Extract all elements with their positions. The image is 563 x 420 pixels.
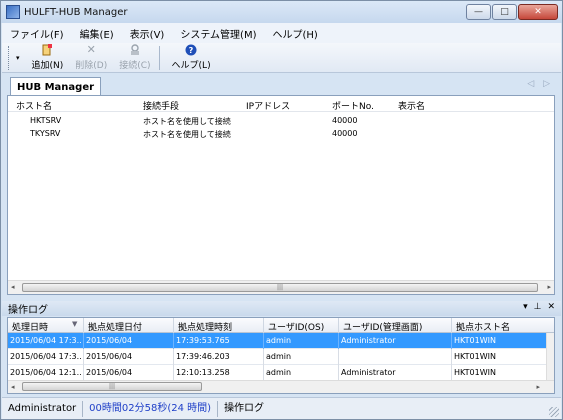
svg-text:?: ? xyxy=(189,46,194,55)
menu-bar: ファイル(F) 編集(E) 表示(V) システム管理(M) ヘルプ(H) xyxy=(2,23,561,43)
host-port: 40000 xyxy=(332,129,358,138)
tab-strip: HUB Manager ◁ ▷ xyxy=(2,73,561,96)
oplog-controls: ▾ ⊥ ✕ xyxy=(517,302,555,312)
help-button[interactable]: ? ヘルプ(L) xyxy=(172,44,211,71)
close-pane-icon[interactable]: ✕ xyxy=(547,302,555,312)
status-user: Administrator xyxy=(2,400,84,417)
menu-system-admin[interactable]: システム管理(M) xyxy=(172,26,264,41)
window-controls: — □ ✕ xyxy=(465,4,558,20)
column-display-name[interactable]: 表示名 xyxy=(398,99,425,112)
cell-site-host: HKT01WIN xyxy=(454,336,496,345)
add-document-icon xyxy=(41,44,53,56)
host-name: TKYSRV xyxy=(30,129,61,138)
connect-button[interactable]: 接続(C) xyxy=(119,44,151,71)
table-row[interactable]: 2015/06/04 17:3... 2015/06/04 17:39:46.2… xyxy=(8,349,548,365)
host-list-header: ホスト名 接続手段 IPアドレス ポートNo. 表示名 xyxy=(8,96,554,112)
table-row[interactable]: 2015/06/04 17:3... 2015/06/04 17:39:53.7… xyxy=(8,333,548,349)
host-method: ホスト名を使用して接続 xyxy=(143,130,231,139)
cell-site-time: 17:39:46.203 xyxy=(176,352,230,361)
tab-nav-arrows[interactable]: ◁ ▷ xyxy=(527,79,553,89)
cell-site-date: 2015/06/04 xyxy=(86,352,133,361)
menu-edit[interactable]: 編集(E) xyxy=(72,26,122,41)
tab-hub-manager[interactable]: HUB Manager xyxy=(10,77,102,96)
toolbar-grip[interactable] xyxy=(8,45,14,70)
cell-site-date: 2015/06/04 xyxy=(86,368,133,377)
help-icon: ? xyxy=(185,44,197,56)
oplog-grid-header: 処理日時 ▼ 拠点処理日付 拠点処理時刻 ユーザID(OS) ユーザID(管理画… xyxy=(8,318,554,333)
cell-site-host: HKT01WIN xyxy=(454,368,496,377)
column-site-host[interactable]: 拠点ホスト名 xyxy=(456,320,510,333)
status-bar: Administrator 00時間02分58秒(24 時間) 操作ログ xyxy=(2,397,561,419)
host-name: HKTSRV xyxy=(30,116,62,125)
title-bar[interactable]: HULFT-HUB Manager — □ ✕ xyxy=(1,1,562,23)
maximize-button[interactable]: □ xyxy=(492,4,517,20)
cell-site-time: 12:10:13.258 xyxy=(176,368,230,377)
oplog-vscrollbar[interactable] xyxy=(546,333,554,380)
column-user-admin[interactable]: ユーザID(管理画面) xyxy=(343,320,422,333)
toolbar-separator xyxy=(158,45,160,70)
delete-x-icon: ✕ xyxy=(86,43,96,56)
menu-view[interactable]: 表示(V) xyxy=(122,26,173,41)
delete-button[interactable]: ✕ 削除(D) xyxy=(75,43,108,72)
scroll-thumb[interactable]: ||| xyxy=(22,283,538,292)
column-user-os[interactable]: ユーザID(OS) xyxy=(268,320,324,333)
scroll-right-icon[interactable]: ▸ xyxy=(547,283,551,291)
resize-grip[interactable] xyxy=(549,407,559,417)
toolbar-dropdown-icon[interactable]: ▾ xyxy=(16,54,20,62)
close-button[interactable]: ✕ xyxy=(518,4,558,20)
app-icon xyxy=(6,5,20,19)
column-site-time[interactable]: 拠点処理時刻 xyxy=(178,320,232,333)
sort-down-icon: ▼ xyxy=(72,320,78,328)
menu-file[interactable]: ファイル(F) xyxy=(2,26,72,41)
column-site-date[interactable]: 拠点処理日付 xyxy=(88,320,142,333)
host-method: ホスト名を使用して接続 xyxy=(143,117,231,126)
host-port: 40000 xyxy=(332,116,358,125)
cell-site-date: 2015/06/04 xyxy=(86,336,133,345)
cell-user-os: admin xyxy=(266,368,292,377)
scroll-left-icon[interactable]: ◂ xyxy=(11,383,15,391)
column-port-no[interactable]: ポートNo. xyxy=(332,99,374,112)
scroll-right-icon[interactable]: ▸ xyxy=(536,383,540,391)
cell-datetime: 2015/06/04 12:1... xyxy=(10,368,82,377)
connect-label: 接続(C) xyxy=(119,61,151,71)
pin-icon[interactable]: ⊥ xyxy=(534,302,542,312)
cell-datetime: 2015/06/04 17:3... xyxy=(10,352,82,361)
cell-user-os: admin xyxy=(266,336,292,345)
pane-menu-icon[interactable]: ▾ xyxy=(523,302,528,312)
window-title: HULFT-HUB Manager xyxy=(24,6,128,18)
cell-user-admin: Administrator xyxy=(341,368,396,377)
oplog-title: 操作ログ xyxy=(8,305,48,316)
oplog-grid: 処理日時 ▼ 拠点処理日付 拠点処理時刻 ユーザID(OS) ユーザID(管理画… xyxy=(7,317,555,394)
minimize-button[interactable]: — xyxy=(466,4,491,20)
main-window: HULFT-HUB Manager — □ ✕ ファイル(F) 編集(E) 表示… xyxy=(0,0,563,420)
scroll-left-icon[interactable]: ◂ xyxy=(11,283,15,291)
cell-site-host: HKT01WIN xyxy=(454,352,496,361)
column-host-name[interactable]: ホスト名 xyxy=(16,99,52,112)
host-list-hscrollbar[interactable]: ◂ ||| ▸ xyxy=(8,280,554,294)
cell-user-os: admin xyxy=(266,352,292,361)
oplog-hscrollbar[interactable]: ◂ ||| ▸ xyxy=(8,380,554,393)
cell-site-time: 17:39:53.765 xyxy=(176,336,230,345)
scroll-thumb[interactable]: ||| xyxy=(22,382,202,391)
help-label: ヘルプ(L) xyxy=(171,61,211,71)
cell-user-admin: Administrator xyxy=(341,336,396,345)
oplog-pane-header: 操作ログ ▾ ⊥ ✕ xyxy=(2,301,561,316)
host-row[interactable]: TKYSRV ホスト名を使用して接続 40000 xyxy=(8,128,554,141)
column-connection-method[interactable]: 接続手段 xyxy=(143,99,179,112)
toolbar: ▾ 追加(N) ✕ 削除(D) 接続(C) ? ヘルプ(L) xyxy=(2,43,561,73)
connect-icon xyxy=(129,44,141,56)
add-button[interactable]: 追加(N) xyxy=(31,44,64,71)
status-elapsed-time: 00時間02分58秒(24 時間) xyxy=(83,400,219,417)
delete-label: 削除(D) xyxy=(75,61,108,71)
host-list: ホスト名 接続手段 IPアドレス ポートNo. 表示名 HKTSRV ホスト名を… xyxy=(7,95,555,295)
cell-datetime: 2015/06/04 17:3... xyxy=(10,336,82,345)
add-label: 追加(N) xyxy=(31,61,64,71)
host-row[interactable]: HKTSRV ホスト名を使用して接続 40000 xyxy=(8,115,554,128)
column-ip-address[interactable]: IPアドレス xyxy=(246,99,290,112)
menu-help[interactable]: ヘルプ(H) xyxy=(264,26,325,41)
column-datetime[interactable]: 処理日時 xyxy=(12,320,48,333)
table-row[interactable]: 2015/06/04 12:1... 2015/06/04 12:10:13.2… xyxy=(8,365,548,381)
status-pane: 操作ログ xyxy=(224,402,265,414)
